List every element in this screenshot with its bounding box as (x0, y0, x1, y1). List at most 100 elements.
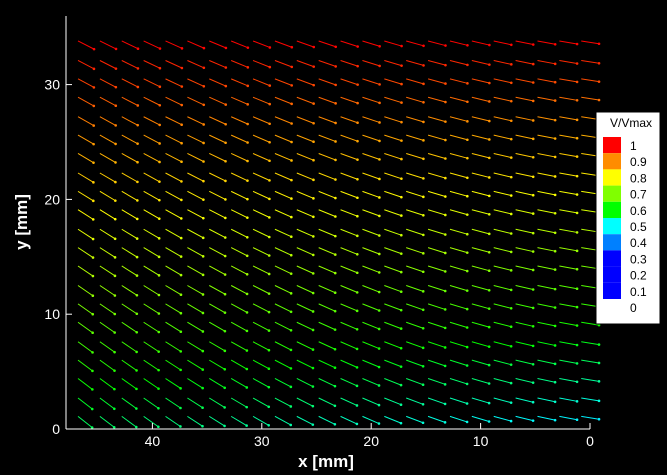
vector-arrow-head (509, 156, 513, 159)
vector-arrow-head (399, 403, 403, 406)
vector-arrow-head (488, 138, 491, 141)
vector-arrow-head (135, 350, 138, 354)
vector-arrow-head (311, 348, 315, 351)
vector-arrow-head (245, 405, 248, 409)
vector-arrow-head (289, 367, 293, 370)
vector-arrow-head (92, 86, 96, 89)
vector-arrow-head (333, 291, 337, 294)
vector-arrow-head (553, 211, 557, 215)
vector-arrow-head (157, 406, 160, 410)
vector-arrow-head (223, 254, 227, 258)
vector-arrow-head (158, 123, 161, 127)
vector-arrow-head (334, 83, 337, 87)
vector-arrow-head (355, 252, 359, 256)
vector-arrow-head (509, 212, 513, 216)
vector-arrow-head (553, 137, 557, 140)
vector-arrow-head (201, 424, 204, 428)
vector-arrow-head (531, 99, 535, 103)
vector-arrow-head (179, 293, 183, 297)
vector-arrow-head (180, 85, 184, 88)
vector-arrow-head (246, 84, 250, 88)
vector-arrow-head (179, 217, 183, 220)
vector-arrow-head (136, 104, 140, 107)
vector-arrow-head (531, 81, 535, 84)
vector-arrow-head (268, 65, 272, 69)
vector-arrow-head (179, 236, 183, 240)
vector-arrow-head (378, 158, 381, 161)
vector-arrow-head (223, 292, 227, 296)
vector-arrow-head (465, 232, 469, 236)
vector-arrow-head (531, 400, 535, 404)
vector-arrow-head (311, 272, 315, 275)
vector-arrow-head (334, 45, 338, 49)
colorbar-label: 0 (630, 301, 637, 315)
vector-arrow-head (245, 272, 249, 276)
vector-arrow-head (113, 312, 117, 316)
vector-arrow-head (444, 195, 447, 198)
vector-arrow-head (465, 307, 469, 311)
vector-arrow-head (377, 271, 381, 274)
vector-arrow-head (311, 423, 315, 426)
vector-arrow-head (575, 211, 579, 215)
vector-arrow-head (333, 366, 337, 370)
vector-arrow-head (575, 42, 579, 46)
vector-arrow-head (245, 254, 249, 258)
vector-arrow-head (575, 174, 579, 178)
vector-arrow-head (509, 137, 513, 141)
vector-arrow-head (179, 387, 182, 390)
vector-arrow-head (466, 176, 469, 180)
vector-arrow-head (509, 401, 513, 404)
vector-arrow-head (201, 273, 205, 277)
vector-arrow-head (202, 160, 205, 163)
colorbar-swatch (603, 234, 621, 251)
vector-arrow-head (114, 199, 117, 202)
vector-arrow-head (575, 80, 579, 84)
vector-arrow-head (267, 348, 271, 352)
x-axis-label: x [mm] (298, 452, 354, 471)
vector-arrow-head (465, 269, 469, 273)
vector-arrow-head (91, 388, 94, 391)
vector-arrow-head (114, 85, 118, 89)
vector-arrow-head (92, 161, 95, 164)
colorbar-legend: V/Vmax 1 0.9 0.8 0.7 0.6 0.5 0.4 0.3 0.2 0.1 0 (595, 111, 661, 325)
vector-arrow-head (377, 384, 381, 387)
y-tick-label: 20 (44, 191, 60, 207)
vector-arrow-head (531, 155, 535, 159)
vector-arrow-head (531, 268, 535, 272)
vector-arrow-head (443, 364, 447, 368)
vector-arrow-head (356, 158, 359, 161)
vector-arrow-head (311, 328, 315, 332)
x-tick-label: 10 (473, 433, 489, 449)
vector-arrow-head (575, 418, 579, 422)
vector-arrow-head (509, 381, 513, 385)
vector-arrow-head (465, 420, 469, 424)
vector-arrow-head (114, 161, 117, 164)
vector-arrow-head (355, 327, 359, 331)
vector-arrow-head (180, 160, 183, 164)
vector-arrow-head (553, 155, 557, 159)
vector-arrow-head (114, 124, 117, 127)
vector-arrow-head (575, 267, 579, 271)
y-tick-label: 0 (52, 421, 60, 437)
vector-arrow-head (487, 269, 491, 272)
vector-arrow-head (202, 84, 206, 88)
vector-arrow-head (575, 380, 579, 384)
vector-arrow-head (267, 367, 271, 370)
vector-arrow-head (246, 103, 250, 106)
vector-arrow-head (246, 66, 250, 69)
vector-arrow-head (356, 83, 359, 86)
vector-arrow-head (157, 425, 160, 429)
vector-arrow-head (553, 99, 557, 102)
vector-arrow-head (158, 160, 161, 164)
vector-arrow-head (223, 273, 227, 276)
vector-arrow-head (465, 251, 469, 254)
colorbar-label: 0.1 (630, 285, 647, 299)
vector-arrow-head (531, 212, 535, 215)
vector-arrow-head (356, 214, 359, 218)
vector-arrow-head (92, 104, 96, 108)
vector-arrow-head (378, 83, 381, 86)
vector-arrow-head (487, 288, 491, 292)
vector-arrow-head (245, 386, 249, 389)
vector-arrow-head (487, 325, 491, 329)
vector-arrow-head (201, 349, 205, 353)
